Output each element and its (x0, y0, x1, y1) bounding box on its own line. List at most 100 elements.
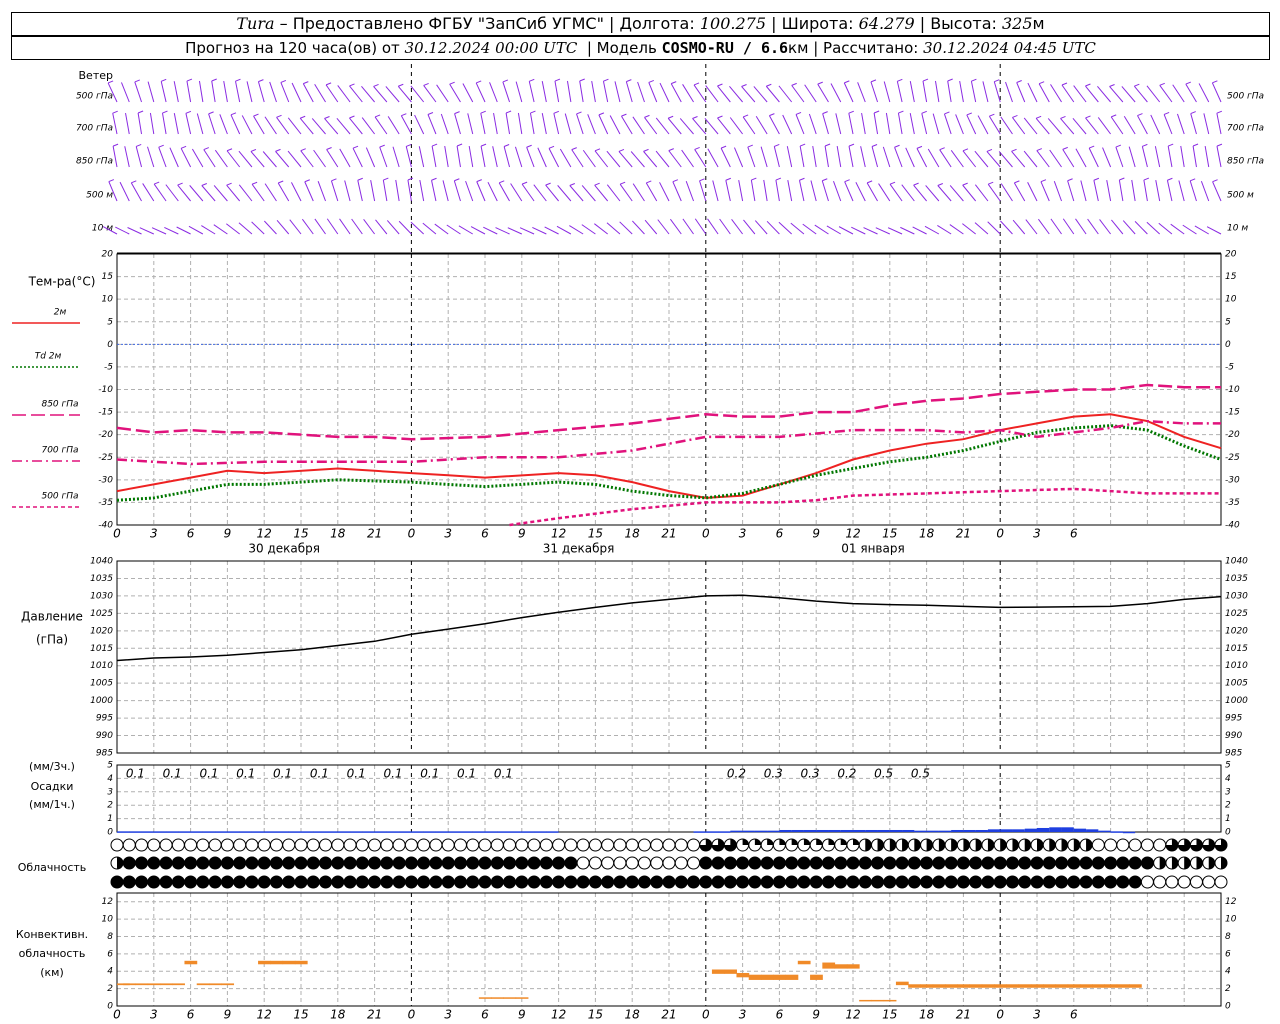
wind-barb (863, 227, 878, 235)
precip-ytick-left: 1 (107, 814, 113, 824)
wind-barb (115, 226, 130, 235)
wind-barb (475, 82, 486, 103)
wind-barb-feather (201, 183, 208, 186)
wind-barb (238, 222, 253, 235)
wind-barb (873, 112, 879, 135)
precip-bar (202, 831, 216, 833)
cloud-symbol-fill (1196, 857, 1203, 869)
cloud-symbol (932, 875, 946, 889)
wind-barb (120, 82, 130, 103)
temp-xtick: 9 (518, 527, 526, 541)
wind-barb-feather (300, 148, 306, 152)
wind-level-label-left: 500 гПа (76, 92, 113, 102)
wind-barb-feather (971, 78, 977, 82)
wind-barb (392, 146, 400, 168)
cloud-symbol-fill (951, 839, 958, 851)
wind-barb (916, 148, 928, 168)
wind-barb-feather (742, 114, 749, 118)
cloud-symbol (1067, 856, 1081, 870)
wind-barb-feather (526, 144, 532, 148)
wind-barb (1121, 86, 1136, 103)
wind-barb-feather (530, 110, 536, 114)
wind-barb (186, 80, 192, 103)
wind-barb (1050, 84, 1062, 103)
wind-barb (887, 227, 903, 235)
wind-barb (326, 149, 339, 168)
wind-barb (287, 117, 302, 135)
cloud-symbol (846, 875, 860, 889)
wind-barb-feather (112, 143, 119, 147)
wind-barb (939, 149, 952, 168)
wind-barb (594, 150, 609, 168)
precip-bar (521, 831, 535, 833)
wind-barb (188, 225, 204, 235)
cloud-symbol (797, 875, 811, 889)
precip-bar (767, 830, 780, 833)
wind-barb (913, 184, 927, 202)
cloud-symbol (135, 838, 149, 852)
wind-barb (882, 146, 891, 168)
wind-barb (909, 81, 915, 103)
wind-barb (291, 82, 302, 103)
cloud-symbol (380, 875, 394, 889)
wind-barb (836, 145, 842, 168)
cloud-symbol (613, 856, 627, 870)
wind-barb (775, 179, 780, 202)
precip-bar (803, 829, 817, 832)
wind-barb-feather (898, 110, 904, 114)
cloud-symbol (392, 856, 406, 870)
wind-barb-feather (922, 78, 929, 82)
cloud-symbol (588, 856, 602, 870)
cloud-symbol (441, 838, 455, 852)
wind-level-label-left: 850 гПа (76, 157, 113, 167)
wind-barb-feather (161, 78, 167, 82)
wind-barb-feather (1216, 143, 1223, 147)
wind-barb (1123, 115, 1136, 135)
wind-barb-feather (621, 113, 627, 117)
wind-barb (587, 114, 596, 135)
wind-barb (458, 225, 473, 235)
wind-barb (966, 114, 977, 135)
wind-barb-feather (769, 113, 775, 117)
wind-barb (765, 85, 780, 103)
conv-bar (810, 974, 823, 980)
wind-barb-feather (1062, 146, 1068, 150)
precip-3h-label: 0.1 (199, 767, 218, 781)
wind-barb (1170, 223, 1185, 235)
cloud-symbol (245, 838, 259, 852)
wind-barb (405, 146, 412, 168)
conv-ytick-right: 10 (1225, 915, 1237, 925)
conv-bar (957, 984, 971, 988)
wind-barb (773, 146, 780, 168)
wind-barb (1050, 218, 1062, 235)
wind-barb (778, 221, 793, 235)
conv-title: облачность (19, 947, 86, 960)
wind-barb (189, 185, 204, 202)
wind-barb-feather (456, 143, 463, 147)
cloud-symbol-fill (117, 857, 123, 869)
wind-barb (1106, 180, 1112, 202)
wind-barb (361, 117, 375, 135)
cloud-symbol (1128, 838, 1142, 852)
conv-bar (1006, 984, 1020, 988)
wind-barb-feather (431, 143, 438, 147)
cloud-symbol-fill (1049, 839, 1056, 851)
wind-barb-feather (966, 112, 973, 116)
precip-bar (938, 830, 952, 833)
cloud-symbol (233, 838, 247, 852)
wind-barb-feather (939, 147, 945, 151)
pressure-ytick-left: 1030 (90, 591, 113, 601)
cloud-symbol (417, 856, 431, 870)
conv-bar (1055, 984, 1069, 988)
cloud-symbol (159, 856, 173, 870)
wind-barb (591, 80, 596, 103)
wind-barb (1012, 117, 1026, 135)
wind-barb-feather (454, 111, 460, 115)
precip-bar (460, 831, 473, 833)
cloud-symbol (453, 838, 467, 852)
conv-xtick: 3 (739, 1008, 747, 1022)
precip-bar (1073, 828, 1087, 832)
wind-barb (301, 218, 314, 235)
temp-xtick: 3 (739, 527, 747, 541)
wind-barb (643, 151, 658, 168)
